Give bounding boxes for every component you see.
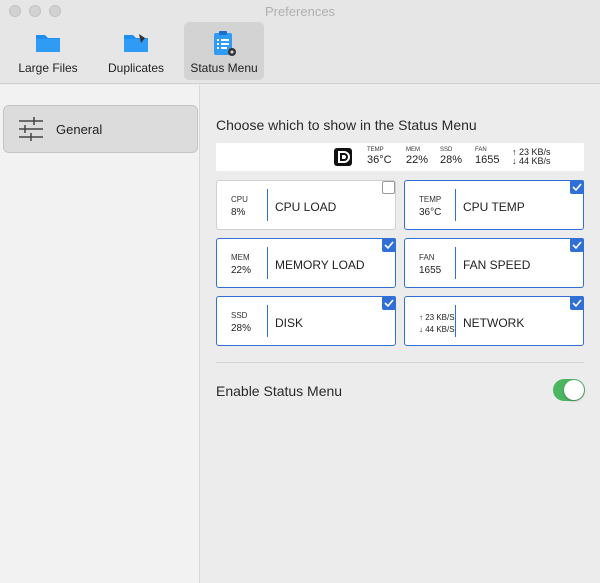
preview-ssd-value: 28% <box>440 154 463 166</box>
card-network-values: ↑ 23 KB/S ↓ 44 KB/S <box>419 312 455 336</box>
card-title: FAN <box>419 253 435 262</box>
card-value: 28% <box>231 323 252 334</box>
card-separator <box>455 189 456 221</box>
checkmark-icon <box>384 299 394 308</box>
preview-mem-value: 22% <box>406 154 429 166</box>
card-checkbox[interactable] <box>570 238 584 252</box>
card-cpu-load[interactable]: CPU 8% CPU LOAD <box>216 180 396 230</box>
card-separator <box>267 189 268 221</box>
preview-temp-title: TEMP <box>367 147 384 153</box>
sidebar-item-general[interactable]: General <box>3 105 198 153</box>
sidebar: General <box>0 85 200 583</box>
checkmark-icon <box>572 241 582 250</box>
status-menu-preview: TEMP 36°C MEM 22% SSD 28% FAN 1655 ↑ 23 … <box>216 143 584 171</box>
preview-fan-title: FAN <box>475 147 487 153</box>
card-name: CPU TEMP <box>463 200 525 214</box>
sidebar-item-label: General <box>56 122 103 137</box>
sliders-icon <box>18 116 44 147</box>
checkmark-icon <box>572 183 582 192</box>
preview-network: ↑ 23 KB/s ↓ 44 KB/s <box>512 148 551 166</box>
card-name: CPU LOAD <box>275 200 337 214</box>
card-net-down: ↓ 44 KB/S <box>419 325 455 334</box>
card-title: CPU <box>231 195 248 204</box>
card-value: 36°C <box>419 207 442 218</box>
window-title: Preferences <box>264 4 336 19</box>
card-separator <box>455 247 456 279</box>
divider <box>216 362 584 363</box>
preview-fan: FAN 1655 <box>475 147 499 166</box>
app-logo-icon <box>334 148 352 166</box>
section-heading: Choose which to show in the Status Menu <box>216 117 477 133</box>
card-title: SSD <box>231 311 248 320</box>
toolbar-label: Status Menu <box>190 61 258 75</box>
card-checkbox[interactable] <box>382 296 396 310</box>
preview-ssd-title: SSD <box>440 147 453 153</box>
preview-fan-value: 1655 <box>475 154 500 166</box>
title-bar: Preferences Large Files Duplicates Statu… <box>0 0 600 84</box>
card-checkbox[interactable] <box>570 296 584 310</box>
toggle-knob <box>564 380 584 400</box>
preview-ssd: SSD 28% <box>440 147 462 166</box>
card-disk[interactable]: SSD 28% DISK <box>216 296 396 346</box>
toolbar-large-files[interactable]: Large Files <box>8 22 88 80</box>
card-name: DISK <box>275 316 304 330</box>
preview-temp-value: 36°C <box>367 154 392 166</box>
card-name: NETWORK <box>463 316 525 330</box>
card-separator <box>267 247 268 279</box>
enable-status-menu-toggle[interactable] <box>553 379 585 401</box>
card-memory-load[interactable]: MEM 22% MEMORY LOAD <box>216 238 396 288</box>
toolbar-label: Duplicates <box>107 61 165 75</box>
card-cpu-temp[interactable]: TEMP 36°C CPU TEMP <box>404 180 584 230</box>
toolbar-duplicates[interactable]: Duplicates <box>96 22 176 80</box>
card-title: MEM <box>231 253 250 262</box>
card-fan-speed[interactable]: FAN 1655 FAN SPEED <box>404 238 584 288</box>
duplicates-folder-icon <box>122 30 150 59</box>
card-title: TEMP <box>419 195 442 204</box>
preview-mem-title: MEM <box>406 147 420 153</box>
card-separator <box>267 305 268 337</box>
card-checkbox[interactable] <box>382 238 396 252</box>
card-name: FAN SPEED <box>463 258 531 272</box>
preview-temp: TEMP 36°C <box>367 147 392 166</box>
checkmark-icon <box>572 299 582 308</box>
card-value: 22% <box>231 265 252 276</box>
card-checkbox[interactable] <box>570 180 584 194</box>
toolbar-label: Large Files <box>18 61 78 75</box>
card-checkbox[interactable] <box>382 181 395 194</box>
preview-net-down: ↓ 44 KB/s <box>512 156 551 166</box>
card-value: 1655 <box>419 265 442 276</box>
checkmark-icon <box>384 241 394 250</box>
enable-status-menu-label: Enable Status Menu <box>216 383 343 399</box>
card-net-up: ↑ 23 KB/S <box>419 313 455 322</box>
toolbar-status-menu[interactable]: Status Menu <box>184 22 264 80</box>
card-separator <box>455 305 456 337</box>
folder-icon <box>34 30 62 59</box>
main-panel: Choose which to show in the Status Menu … <box>201 85 600 583</box>
status-menu-icon <box>210 30 238 63</box>
card-network[interactable]: ↑ 23 KB/S ↓ 44 KB/S NETWORK <box>404 296 584 346</box>
preview-mem: MEM 22% <box>406 147 428 166</box>
card-name: MEMORY LOAD <box>275 258 365 272</box>
card-value: 8% <box>231 207 246 218</box>
